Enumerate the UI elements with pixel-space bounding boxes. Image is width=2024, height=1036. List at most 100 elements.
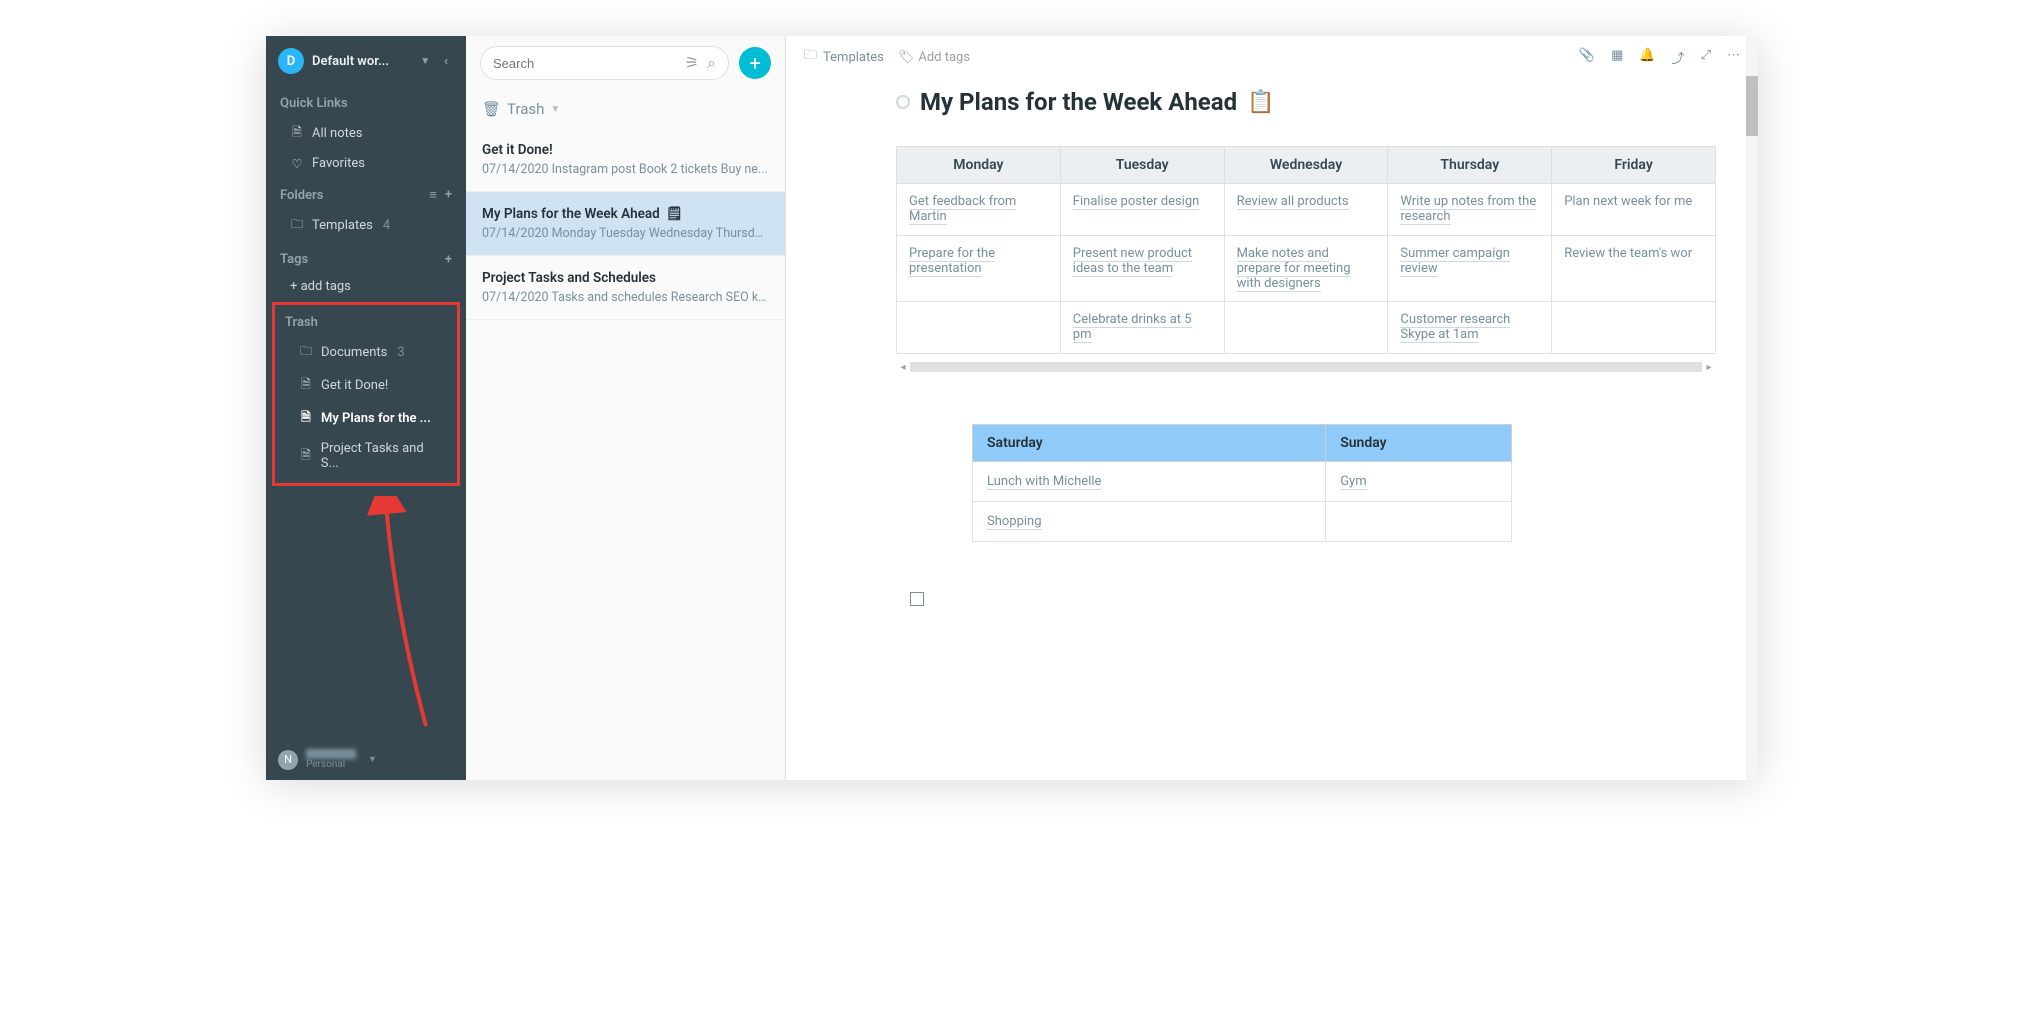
note-item[interactable]: Project Tasks and Schedules 07/14/2020 T… bbox=[466, 256, 785, 320]
search-icon[interactable]: ⌕ bbox=[707, 53, 716, 73]
tag-icon: 🏷 bbox=[898, 50, 915, 65]
nav-label: Templates bbox=[312, 218, 373, 233]
workspace-switcher[interactable]: D Default wor... ▼ ‹ bbox=[266, 36, 466, 86]
quick-links-label: Quick Links bbox=[266, 86, 466, 117]
expand-icon[interactable]: ⤢ bbox=[1701, 48, 1711, 67]
add-note-button[interactable]: + bbox=[739, 47, 771, 79]
task-cell[interactable]: Plan next week for me bbox=[1564, 194, 1692, 209]
annotation-arrow bbox=[346, 496, 436, 736]
add-folder-icon[interactable]: + bbox=[445, 187, 452, 203]
task-cell[interactable]: Customer research Skype at 1am bbox=[1400, 312, 1510, 343]
weekday-table[interactable]: Monday Tuesday Wednesday Thursday Friday… bbox=[896, 146, 1716, 354]
table-row[interactable]: Celebrate drinks at 5 pm Customer resear… bbox=[897, 302, 1716, 354]
scroll-track[interactable] bbox=[910, 362, 1702, 372]
table-header: Tuesday bbox=[1060, 147, 1224, 184]
more-icon[interactable]: ⋯ bbox=[1727, 48, 1740, 67]
nav-label: All notes bbox=[312, 126, 362, 141]
scroll-right-icon[interactable]: ▸ bbox=[1702, 360, 1716, 374]
task-cell[interactable]: Make notes and prepare for meeting with … bbox=[1237, 246, 1351, 292]
trash-project-tasks[interactable]: 🗎 Project Tasks and S... bbox=[275, 435, 457, 477]
note-title: Project Tasks and Schedules bbox=[482, 270, 769, 286]
nav-label: + add tags bbox=[290, 279, 351, 294]
nav-add-tags[interactable]: + add tags bbox=[266, 273, 466, 300]
doc-title[interactable]: My Plans for the Week Ahead bbox=[920, 88, 1237, 116]
note-icon: 🗎 bbox=[299, 446, 313, 467]
workspace-name: Default wor... bbox=[312, 54, 412, 69]
task-cell[interactable]: Get feedback from Martin bbox=[909, 194, 1016, 225]
nav-favorites[interactable]: ♡ Favorites bbox=[266, 150, 466, 177]
task-cell[interactable]: Review the team's wor bbox=[1564, 246, 1692, 261]
task-cell[interactable] bbox=[1224, 302, 1388, 354]
table-row[interactable]: Get feedback from Martin Finalise poster… bbox=[897, 184, 1716, 236]
note-item[interactable]: My Plans for the Week Ahead 🗒 07/14/2020… bbox=[466, 192, 785, 256]
clipboard-icon: 🗒 bbox=[666, 206, 683, 222]
grid-icon[interactable]: ▦ bbox=[1611, 48, 1623, 67]
sort-icon[interactable]: ≡ bbox=[429, 187, 437, 203]
main-toolbar: 🗀 Templates 🏷 Add tags 📎 ▦ 🔔 ⤴ ⤢ ⋯ bbox=[786, 36, 1758, 78]
filter-icon[interactable]: ⚞ bbox=[685, 53, 699, 73]
list-title[interactable]: 🗑 Trash ▼ bbox=[466, 90, 785, 128]
trash-documents[interactable]: 🗀 Documents 3 bbox=[275, 336, 457, 369]
nav-all-notes[interactable]: 🗎 All notes bbox=[266, 117, 466, 150]
checkbox[interactable] bbox=[910, 592, 924, 606]
horizontal-scrollbar[interactable]: ◂ ▸ bbox=[896, 360, 1716, 374]
scroll-thumb[interactable] bbox=[1746, 76, 1758, 136]
chevron-down-icon[interactable]: ▼ bbox=[368, 754, 377, 765]
task-cell[interactable] bbox=[1326, 502, 1512, 542]
nav-label: Favorites bbox=[312, 156, 365, 171]
note-item[interactable]: Get it Done! 07/14/2020 Instagram post B… bbox=[466, 128, 785, 192]
note-title: My Plans for the Week Ahead 🗒 bbox=[482, 206, 769, 222]
nav-label: Project Tasks and S... bbox=[321, 441, 443, 471]
table-header: Wednesday bbox=[1224, 147, 1388, 184]
trash-icon: 🗑 bbox=[482, 100, 501, 118]
chevron-down-icon[interactable]: ▼ bbox=[420, 56, 430, 67]
bell-icon[interactable]: 🔔 bbox=[1639, 48, 1655, 67]
weekend-table[interactable]: Saturday Sunday Lunch with Michelle Gym … bbox=[972, 424, 1512, 542]
task-cell[interactable]: Celebrate drinks at 5 pm bbox=[1073, 312, 1192, 343]
scroll-left-icon[interactable]: ◂ bbox=[896, 360, 910, 374]
note-list-panel: ⚞ ⌕ + 🗑 Trash ▼ Get it Done! 07/14/2020 … bbox=[466, 36, 786, 780]
search-box[interactable]: ⚞ ⌕ bbox=[480, 46, 729, 80]
breadcrumb[interactable]: 🗀 Templates bbox=[804, 46, 884, 68]
sidebar: D Default wor... ▼ ‹ Quick Links 🗎 All n… bbox=[266, 36, 466, 780]
tags-label: Tags + bbox=[266, 242, 466, 273]
chevron-down-icon[interactable]: ▼ bbox=[550, 104, 560, 115]
task-cell[interactable]: Summer campaign review bbox=[1400, 246, 1510, 277]
trash-label: Trash bbox=[275, 305, 457, 336]
task-cell[interactable]: Present new product ideas to the team bbox=[1073, 246, 1192, 277]
table-row[interactable]: Prepare for the presentation Present new… bbox=[897, 236, 1716, 302]
table-header: Sunday bbox=[1326, 425, 1512, 462]
add-tags-button[interactable]: 🏷 Add tags bbox=[898, 50, 970, 65]
share-icon[interactable]: ⤴ bbox=[1672, 48, 1685, 67]
checkbox-row bbox=[910, 592, 1716, 606]
task-cell[interactable]: Shopping bbox=[987, 514, 1042, 530]
folder-icon: 🗀 bbox=[299, 342, 313, 363]
add-tag-icon[interactable]: + bbox=[445, 252, 452, 267]
table-header: Saturday bbox=[973, 425, 1326, 462]
task-cell[interactable]: Prepare for the presentation bbox=[909, 246, 995, 277]
attachment-icon[interactable]: 📎 bbox=[1579, 48, 1595, 67]
workspace-avatar: D bbox=[278, 48, 304, 74]
table-row[interactable]: Shopping bbox=[973, 502, 1512, 542]
user-name bbox=[306, 749, 356, 759]
task-cell[interactable]: Lunch with Michelle bbox=[987, 474, 1101, 490]
user-footer[interactable]: N Personal ▼ bbox=[266, 739, 466, 780]
trash-get-it-done[interactable]: 🗎 Get it Done! bbox=[275, 369, 457, 402]
task-cell[interactable]: Review all products bbox=[1237, 194, 1349, 210]
collapse-sidebar-icon[interactable]: ‹ bbox=[438, 52, 454, 71]
task-cell[interactable] bbox=[897, 302, 1061, 354]
task-cell[interactable] bbox=[1552, 302, 1716, 354]
trash-my-plans[interactable]: 🗎 My Plans for the ... bbox=[275, 402, 457, 435]
task-cell[interactable]: Gym bbox=[1340, 474, 1366, 490]
note-preview: 07/14/2020 Monday Tuesday Wednesday Thur… bbox=[482, 226, 769, 241]
task-cell[interactable]: Finalise poster design bbox=[1073, 194, 1200, 210]
nav-templates[interactable]: 🗀 Templates 4 bbox=[266, 209, 466, 242]
vertical-scrollbar[interactable] bbox=[1746, 36, 1758, 780]
task-cell[interactable]: Write up notes from the research bbox=[1400, 194, 1536, 225]
search-input[interactable] bbox=[493, 56, 685, 71]
doc-checkbox[interactable] bbox=[896, 95, 910, 109]
table-row[interactable]: Lunch with Michelle Gym bbox=[973, 462, 1512, 502]
note-preview: 07/14/2020 Tasks and schedules Research … bbox=[482, 290, 769, 305]
folder-count: 3 bbox=[397, 345, 404, 360]
folder-icon: 🗀 bbox=[804, 46, 817, 68]
